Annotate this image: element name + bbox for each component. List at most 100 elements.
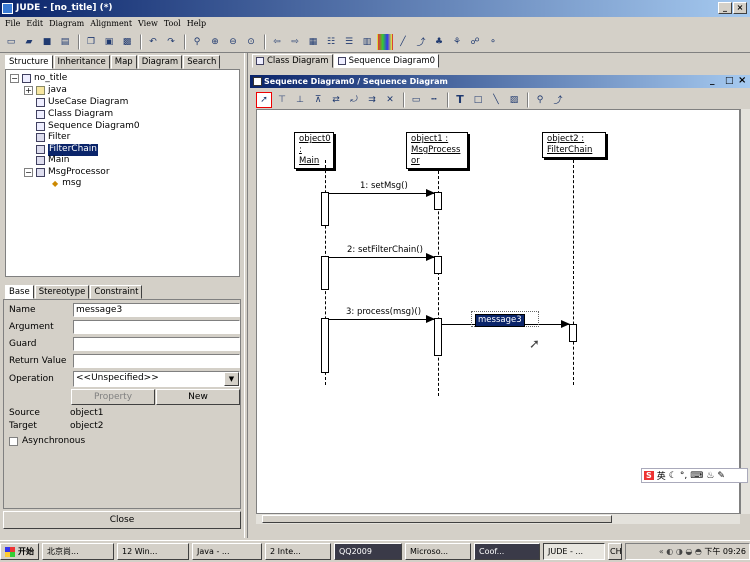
line-icon[interactable]: ╲ xyxy=(488,92,504,108)
message-label[interactable]: 1: setMsg() xyxy=(360,181,408,191)
expand-toggle[interactable]: + xyxy=(24,86,33,96)
diagram-minimize-button[interactable]: _ xyxy=(710,76,715,86)
task-windows-folder[interactable]: 12 Win... xyxy=(117,543,189,560)
menu-alignment[interactable]: Alignment xyxy=(90,17,132,31)
tree-item-class-diagram[interactable]: Class Diagram xyxy=(36,109,113,121)
ime-language-toggle[interactable]: 英 xyxy=(657,469,666,482)
wrench-icon[interactable]: ✎ xyxy=(717,471,725,481)
align-icon[interactable]: ☷ xyxy=(323,34,339,50)
tab-diagram[interactable]: Diagram xyxy=(137,55,183,69)
activation-bar[interactable] xyxy=(434,192,442,210)
keyboard-icon[interactable]: ⌨ xyxy=(690,471,703,481)
message-icon[interactable]: ⊼ xyxy=(310,92,326,108)
activation-bar[interactable] xyxy=(569,324,577,342)
tree-item-filterchain[interactable]: FilterChain xyxy=(36,144,98,156)
scrollbar-thumb[interactable] xyxy=(262,515,612,523)
paste-icon[interactable]: ▣ xyxy=(101,34,117,50)
chevron-down-icon[interactable]: ▼ xyxy=(224,372,239,386)
line-style-icon[interactable]: ╱ xyxy=(395,34,411,50)
tree-item-sequence-diagram[interactable]: Sequence Diagram0 xyxy=(36,121,140,133)
self-message-icon[interactable]: ⤾ xyxy=(346,92,362,108)
grid-icon[interactable]: ▦ xyxy=(305,34,321,50)
open-folder-icon[interactable]: ▰ xyxy=(21,34,37,50)
message-label[interactable]: 3: process(msg)() xyxy=(346,307,421,317)
horizontal-scrollbar[interactable] xyxy=(256,514,740,524)
return-message-icon[interactable]: ⇄ xyxy=(328,92,344,108)
collapse-toggle[interactable]: − xyxy=(10,74,19,84)
splitter[interactable] xyxy=(244,53,248,538)
property-button[interactable]: Property xyxy=(71,389,155,405)
tree-root[interactable]: − no_title xyxy=(10,73,67,85)
connector-icon[interactable]: ⤴ xyxy=(413,34,429,50)
input-language-indicator[interactable]: CH xyxy=(608,543,622,560)
hierarchy-icon[interactable]: ⚘ xyxy=(449,34,465,50)
activation-bar[interactable] xyxy=(321,192,329,226)
note-anchor-icon[interactable]: ┅ xyxy=(426,92,442,108)
asynchronous-checkbox[interactable] xyxy=(9,436,18,446)
name-field[interactable]: message3 xyxy=(73,303,240,317)
task-microsoft[interactable]: Microso... xyxy=(405,543,471,560)
tab-map[interactable]: Map xyxy=(110,55,137,69)
tab-base[interactable]: Base xyxy=(5,285,34,299)
menu-help[interactable]: Help xyxy=(187,17,206,31)
operation-select[interactable]: <<Unspecified>> ▼ xyxy=(73,371,240,387)
task-qq[interactable]: QQ2009 xyxy=(334,543,402,560)
destroy-icon[interactable]: ✕ xyxy=(382,92,398,108)
redo-icon[interactable]: ↷ xyxy=(163,34,179,50)
asynchronous-option[interactable]: Asynchronous xyxy=(9,435,85,447)
object-box-msgprocessor[interactable]: object1 : MsgProcess or xyxy=(406,132,468,169)
vertical-scrollbar[interactable] xyxy=(740,109,750,514)
task-beijing[interactable]: 北京尚... xyxy=(42,543,114,560)
text-icon[interactable]: T xyxy=(452,92,468,108)
tree-item-java[interactable]: + java xyxy=(24,85,67,97)
new-button[interactable]: New xyxy=(156,389,240,405)
new-file-icon[interactable]: ▭ xyxy=(3,34,19,50)
tab-class-diagram[interactable]: Class Diagram xyxy=(252,54,333,68)
collapse-toggle[interactable]: − xyxy=(24,168,33,178)
diagram-close-button[interactable]: × xyxy=(738,75,746,86)
lifeline-filterchain[interactable] xyxy=(573,160,574,385)
close-button[interactable]: Close xyxy=(3,511,241,529)
select-cursor-icon[interactable]: ➚ xyxy=(256,91,272,108)
tab-search[interactable]: Search xyxy=(183,55,221,69)
print-icon[interactable]: ▤ xyxy=(57,34,73,50)
note-icon[interactable]: ▭ xyxy=(408,92,424,108)
diagram-maximize-button[interactable]: □ xyxy=(725,76,734,86)
message-label[interactable]: 2: setFilterChain() xyxy=(347,245,423,255)
task-internet[interactable]: 2 Inte... xyxy=(265,543,331,560)
activation-bar[interactable] xyxy=(321,318,329,373)
async-message-icon[interactable]: ⇉ xyxy=(364,92,380,108)
task-java[interactable]: Java - ... xyxy=(192,543,262,560)
guard-field[interactable] xyxy=(73,337,240,351)
copy-icon[interactable]: ❐ xyxy=(83,34,99,50)
color-picker-icon[interactable] xyxy=(377,33,393,50)
argument-field[interactable] xyxy=(73,320,240,334)
tab-inheritance[interactable]: Inheritance xyxy=(53,55,110,69)
zoom-icon[interactable]: ⚲ xyxy=(189,34,205,50)
tab-sequence-diagram[interactable]: Sequence Diagram0 xyxy=(333,54,440,68)
task-coof[interactable]: Coof... xyxy=(474,543,540,560)
object-box-filterchain[interactable]: object2 : FilterChain xyxy=(542,132,606,158)
minimize-button[interactable]: _ xyxy=(718,2,732,14)
save-icon[interactable]: ■ xyxy=(39,34,55,50)
layout-icon[interactable]: ▥ xyxy=(359,34,375,50)
create-message-icon[interactable]: ⊥ xyxy=(292,92,308,108)
delete-icon[interactable]: ▩ xyxy=(119,34,135,50)
message-arrow[interactable] xyxy=(329,253,435,261)
object-box-main[interactable]: object0 : Main xyxy=(294,132,334,169)
connector-icon[interactable]: ⤴ xyxy=(550,92,566,108)
menu-edit[interactable]: Edit xyxy=(26,17,43,31)
tab-constraint[interactable]: Constraint xyxy=(90,285,143,299)
activation-bar[interactable] xyxy=(434,318,442,356)
network-icon[interactable]: ☍ xyxy=(467,34,483,50)
tree-item-msgprocessor[interactable]: − MsgProcessor xyxy=(24,167,110,179)
tree-item-msg[interactable]: ◆ msg xyxy=(52,178,81,190)
node-icon[interactable]: ⚬ xyxy=(485,34,501,50)
punctuation-icon[interactable]: °, xyxy=(680,471,687,481)
diagram-canvas[interactable]: object0 : Main object1 : MsgProcess or o… xyxy=(256,109,740,514)
link-icon[interactable]: ⚲ xyxy=(532,92,548,108)
zoom-in-icon[interactable]: ⊕ xyxy=(207,34,223,50)
zoom-fit-icon[interactable]: ⊙ xyxy=(243,34,259,50)
back-arrow-icon[interactable]: ⇦ xyxy=(269,34,285,50)
close-window-button[interactable]: × xyxy=(733,2,747,14)
